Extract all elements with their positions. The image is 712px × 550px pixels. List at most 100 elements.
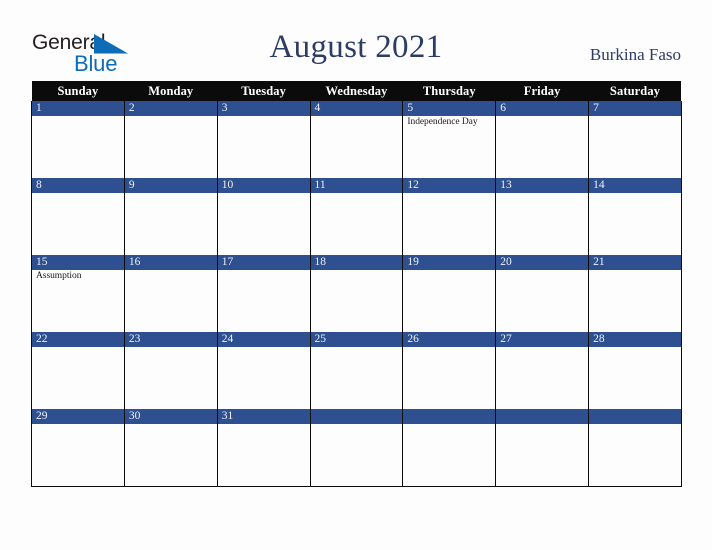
day-cell-inner: 5 Independence Day [403, 101, 495, 178]
day-cell-inner: 17 [218, 255, 310, 332]
calendar-day-cell[interactable]: 21 [588, 255, 682, 332]
calendar-empty-cell [588, 409, 682, 487]
day-cell-body [497, 193, 588, 255]
day-cell-inner: 20 [496, 255, 588, 332]
day-cell-body [125, 424, 216, 486]
calendar-day-cell[interactable]: 27 [495, 332, 590, 409]
calendar-day-cell[interactable]: 28 [588, 332, 682, 409]
day-number: 15 [32, 255, 124, 270]
day-cell-body [311, 116, 402, 178]
weekday-header-saturday: Saturday [588, 81, 682, 101]
calendar-week-row: 22 23 24 25 26 27 28 [31, 332, 682, 409]
day-number: 2 [125, 101, 217, 116]
calendar-day-cell[interactable]: 30 [123, 409, 218, 487]
calendar-day-cell[interactable]: 17 [216, 255, 311, 332]
day-number: 23 [125, 332, 217, 347]
calendar-day-cell[interactable]: 25 [309, 332, 404, 409]
calendar-day-cell[interactable]: 12 [402, 178, 497, 255]
calendar-day-cell[interactable]: 31 [216, 409, 311, 487]
calendar-day-cell[interactable]: 20 [495, 255, 590, 332]
day-cell-body [590, 270, 681, 332]
day-cell-body [404, 270, 495, 332]
weekday-header-wednesday: Wednesday [310, 81, 403, 101]
day-number: 3 [218, 101, 310, 116]
day-number: 17 [218, 255, 310, 270]
day-cell-body [590, 193, 681, 255]
calendar-day-cell[interactable]: 10 [216, 178, 311, 255]
day-cell-inner: 22 [32, 332, 124, 409]
day-cell-inner [589, 409, 681, 486]
day-number: 30 [125, 409, 217, 424]
weekday-header-thursday: Thursday [402, 81, 496, 101]
day-number: 1 [32, 101, 124, 116]
calendar-week-row: 1 2 3 4 5 Independence Day 6 7 [31, 101, 682, 178]
calendar-day-cell[interactable]: 16 [123, 255, 218, 332]
day-cell-inner: 31 [218, 409, 310, 486]
calendar-day-cell[interactable]: 6 [495, 101, 590, 178]
day-cell-body [590, 116, 681, 178]
day-number: 5 [403, 101, 495, 116]
calendar-day-cell[interactable]: 15 Assumption [31, 255, 125, 332]
weekday-header-monday: Monday [124, 81, 218, 101]
day-cell-inner: 26 [403, 332, 495, 409]
day-cell-body [404, 193, 495, 255]
calendar-day-cell[interactable]: 24 [216, 332, 311, 409]
day-number: 12 [403, 178, 495, 193]
day-cell-inner: 14 [589, 178, 681, 255]
day-cell-body [125, 116, 216, 178]
day-cell-inner: 1 [32, 101, 124, 178]
calendar-day-cell[interactable]: 22 [31, 332, 125, 409]
day-number: 29 [32, 409, 124, 424]
day-number: 10 [218, 178, 310, 193]
calendar-day-cell[interactable]: 13 [495, 178, 590, 255]
day-cell-inner: 28 [589, 332, 681, 409]
calendar-day-cell[interactable]: 19 [402, 255, 497, 332]
calendar-day-cell[interactable]: 29 [31, 409, 125, 487]
day-cell-inner [496, 409, 588, 486]
day-number: 6 [496, 101, 588, 116]
calendar-week-row: 15 Assumption 16 17 18 19 20 21 [31, 255, 682, 332]
calendar-empty-cell [402, 409, 497, 487]
day-cell-body [218, 116, 309, 178]
day-cell-body: Independence Day [404, 116, 495, 178]
calendar-day-cell[interactable]: 23 [123, 332, 218, 409]
calendar-day-cell[interactable]: 18 [309, 255, 404, 332]
calendar-day-cell[interactable]: 8 [31, 178, 125, 255]
calendar-day-cell[interactable]: 2 [123, 101, 218, 178]
calendar-day-cell[interactable]: 3 [216, 101, 311, 178]
day-cell-body [32, 193, 123, 255]
day-number: 18 [311, 255, 402, 270]
calendar-day-cell[interactable]: 7 [588, 101, 682, 178]
day-cell-body [218, 424, 309, 486]
calendar-day-cell[interactable]: 1 [31, 101, 125, 178]
day-number: 16 [125, 255, 217, 270]
calendar-week-row: 8 9 10 11 12 13 14 [31, 178, 682, 255]
day-cell-body [590, 424, 681, 486]
day-number [496, 409, 588, 424]
day-cell-body [311, 270, 402, 332]
weekday-header-sunday: Sunday [31, 81, 125, 101]
calendar-week-row: 29 30 31 [31, 409, 682, 487]
day-number: 31 [218, 409, 310, 424]
day-number [589, 409, 681, 424]
day-cell-inner: 16 [125, 255, 217, 332]
day-cell-body [404, 347, 495, 409]
calendar-day-cell[interactable]: 14 [588, 178, 682, 255]
day-number: 27 [496, 332, 588, 347]
day-cell-body [32, 347, 123, 409]
day-number: 4 [311, 101, 402, 116]
day-cell-inner: 30 [125, 409, 217, 486]
day-cell-inner [311, 409, 402, 486]
day-cell-body [32, 116, 123, 178]
day-cell-inner: 11 [311, 178, 402, 255]
calendar-day-cell[interactable]: 9 [123, 178, 218, 255]
calendar-day-cell[interactable]: 4 [309, 101, 404, 178]
day-cell-inner: 7 [589, 101, 681, 178]
calendar-day-cell[interactable]: 5 Independence Day [402, 101, 497, 178]
day-number: 28 [589, 332, 681, 347]
calendar-day-cell[interactable]: 11 [309, 178, 404, 255]
calendar-day-cell[interactable]: 26 [402, 332, 497, 409]
day-cell-inner: 29 [32, 409, 124, 486]
calendar-grid: Sunday Monday Tuesday Wednesday Thursday… [31, 81, 682, 487]
day-cell-body [311, 347, 402, 409]
